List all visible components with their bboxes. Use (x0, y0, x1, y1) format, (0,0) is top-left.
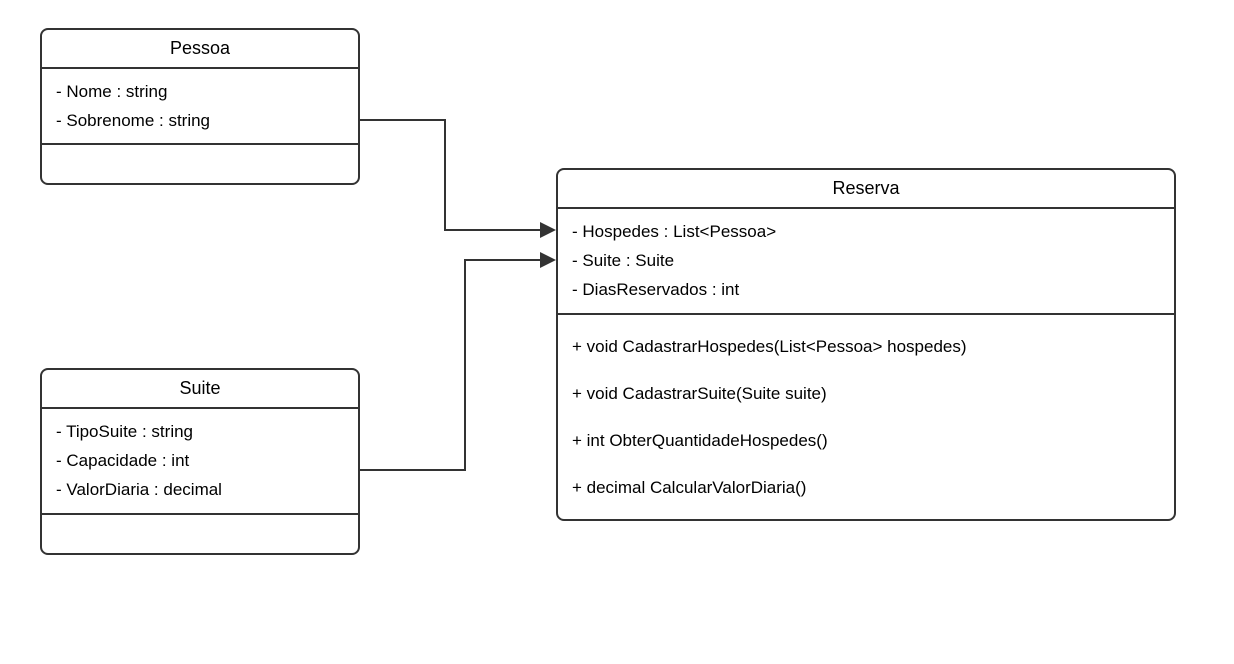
uml-attributes-section: - TipoSuite : string - Capacidade : int … (42, 409, 358, 515)
uml-class-header: Suite (42, 370, 358, 409)
uml-class-reserva: Reserva - Hospedes : List<Pessoa> - Suit… (556, 168, 1176, 521)
uml-attribute: - Capacidade : int (56, 446, 344, 475)
arrowhead-icon (540, 222, 556, 238)
uml-class-pessoa: Pessoa - Nome : string - Sobrenome : str… (40, 28, 360, 185)
connector-pessoa-reserva (360, 120, 540, 230)
uml-class-suite: Suite - TipoSuite : string - Capacidade … (40, 368, 360, 555)
uml-methods-section: + void CadastrarHospedes(List<Pessoa> ho… (558, 315, 1174, 520)
uml-attributes-section: - Hospedes : List<Pessoa> - Suite : Suit… (558, 209, 1174, 315)
uml-attribute: - Suite : Suite (572, 246, 1160, 275)
uml-method: + void CadastrarHospedes(List<Pessoa> ho… (572, 323, 1160, 370)
uml-attribute: - Hospedes : List<Pessoa> (572, 217, 1160, 246)
connector-suite-reserva (360, 260, 540, 470)
uml-methods-section (42, 515, 358, 553)
uml-attribute: - TipoSuite : string (56, 417, 344, 446)
uml-attribute: - Nome : string (56, 77, 344, 106)
uml-class-header: Reserva (558, 170, 1174, 209)
uml-methods-section (42, 145, 358, 183)
uml-attribute: - ValorDiaria : decimal (56, 475, 344, 504)
uml-attribute: - Sobrenome : string (56, 106, 344, 135)
uml-attribute: - DiasReservados : int (572, 275, 1160, 304)
uml-class-header: Pessoa (42, 30, 358, 69)
uml-attributes-section: - Nome : string - Sobrenome : string (42, 69, 358, 145)
uml-method: + int ObterQuantidadeHospedes() (572, 417, 1160, 464)
arrowhead-icon (540, 252, 556, 268)
uml-method: + void CadastrarSuite(Suite suite) (572, 370, 1160, 417)
uml-method: + decimal CalcularValorDiaria() (572, 464, 1160, 511)
